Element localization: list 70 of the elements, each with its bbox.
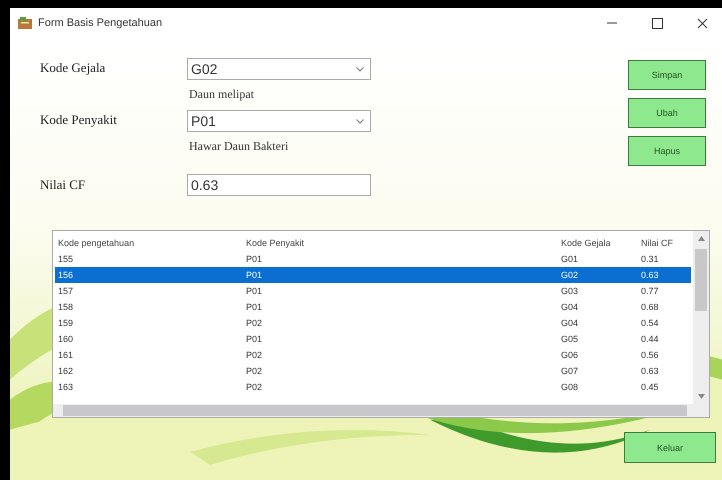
table-cell-text: G04 bbox=[560, 317, 580, 330]
table-cell-text: 0.31 bbox=[640, 253, 660, 266]
table-cell-text: P01 bbox=[245, 301, 264, 314]
field-label: Nilai CF bbox=[40, 177, 86, 193]
table-cell-text: 162 bbox=[57, 365, 74, 378]
table-cell-text: G05 bbox=[560, 333, 580, 346]
description-text: Hawar Daun Bakteri bbox=[188, 138, 290, 155]
dropdown-field[interactable]: P01 bbox=[187, 110, 371, 132]
action-button[interactable]: Simpan bbox=[628, 60, 706, 90]
table-row[interactable]: 159 P02 G04 0.54 bbox=[55, 315, 691, 331]
table-cell-text: P02 bbox=[245, 349, 264, 362]
close-icon[interactable] bbox=[697, 18, 708, 28]
table-cell-text: G03 bbox=[560, 285, 580, 298]
description-text: Daun melipat bbox=[188, 86, 255, 103]
action-button[interactable]: Ubah bbox=[628, 98, 706, 128]
table-cell-text: 0.63 bbox=[640, 269, 660, 282]
column-header[interactable]: Kode pengetahuan bbox=[55, 235, 243, 251]
table-cell-text: 0.63 bbox=[640, 365, 660, 378]
column-header[interactable]: Kode Penyakit bbox=[243, 235, 558, 251]
window-title: Form Basis Pengetahuan bbox=[38, 17, 162, 29]
vertical-scrollbar[interactable] bbox=[693, 231, 709, 404]
table-cell-text: P02 bbox=[245, 381, 264, 394]
field-label: Kode Penyakit bbox=[40, 112, 118, 128]
table-cell-text: 0.45 bbox=[640, 381, 660, 394]
table-cell-text: 158 bbox=[57, 301, 74, 314]
table-cell-text: 0.56 bbox=[640, 349, 660, 362]
table-cell-text: 0.54 bbox=[640, 317, 660, 330]
maximize-icon[interactable] bbox=[652, 18, 663, 28]
field-label: Kode Gejala bbox=[40, 60, 106, 76]
table-cell-text: 159 bbox=[57, 317, 74, 330]
caret-icon[interactable] bbox=[356, 66, 364, 72]
table-cell-text: G02 bbox=[560, 269, 580, 282]
selected-row[interactable]: 156 P01 G02 0.63 bbox=[55, 267, 691, 283]
column-header[interactable]: Kode Gejala bbox=[558, 235, 638, 251]
dropdown-field[interactable]: G02 bbox=[187, 58, 371, 80]
table-cell-text: P01 bbox=[245, 269, 264, 282]
table-cell-text: 157 bbox=[57, 285, 74, 298]
action-button[interactable]: Hapus bbox=[628, 136, 706, 166]
table-row[interactable]: 155 P01 G01 0.31 bbox=[55, 251, 691, 267]
table-cell-text: P02 bbox=[245, 365, 264, 378]
table-cell-text: P01 bbox=[245, 333, 264, 346]
table-cell-text: 155 bbox=[57, 253, 74, 266]
table-cell-text: G06 bbox=[560, 349, 580, 362]
table-cell-text: G08 bbox=[560, 381, 580, 394]
table-cell-text: 0.68 bbox=[640, 301, 660, 314]
table-cell-text: G07 bbox=[560, 365, 580, 378]
table-row[interactable]: 163 P02 G08 0.45 bbox=[55, 379, 691, 395]
table-row[interactable]: 158 P01 G04 0.68 bbox=[55, 299, 691, 315]
scroll-up-icon[interactable] bbox=[698, 236, 704, 241]
input-field[interactable]: 0.63 bbox=[187, 174, 371, 196]
table-row[interactable]: 160 P01 G05 0.44 bbox=[55, 331, 691, 347]
table-cell-text: 0.44 bbox=[640, 333, 660, 346]
table-cell-text: 156 bbox=[57, 269, 74, 282]
table-cell-text: 160 bbox=[57, 333, 74, 346]
column-header[interactable]: Nilai CF bbox=[638, 235, 691, 251]
table-cell-text: 0.77 bbox=[640, 285, 660, 298]
table-cell-text: G04 bbox=[560, 301, 580, 314]
form-icon bbox=[18, 17, 32, 29]
table-cell-text: P01 bbox=[245, 285, 264, 298]
table-cell-text: G01 bbox=[560, 253, 580, 266]
table-row[interactable]: 157 P01 G03 0.77 bbox=[55, 283, 691, 299]
keluar-button[interactable]: Keluar bbox=[624, 432, 716, 463]
table-row[interactable]: 162 P02 G07 0.63 bbox=[55, 363, 691, 379]
table-row[interactable]: 161 P02 G06 0.56 bbox=[55, 347, 691, 363]
table-cell-text: P02 bbox=[245, 317, 264, 330]
table-cell-text: 161 bbox=[57, 349, 74, 362]
table-cell-text: 163 bbox=[57, 381, 74, 394]
caret-icon[interactable] bbox=[356, 118, 364, 124]
horizontal-scrollbar[interactable] bbox=[53, 404, 709, 417]
table-cell-text: P01 bbox=[245, 253, 264, 266]
